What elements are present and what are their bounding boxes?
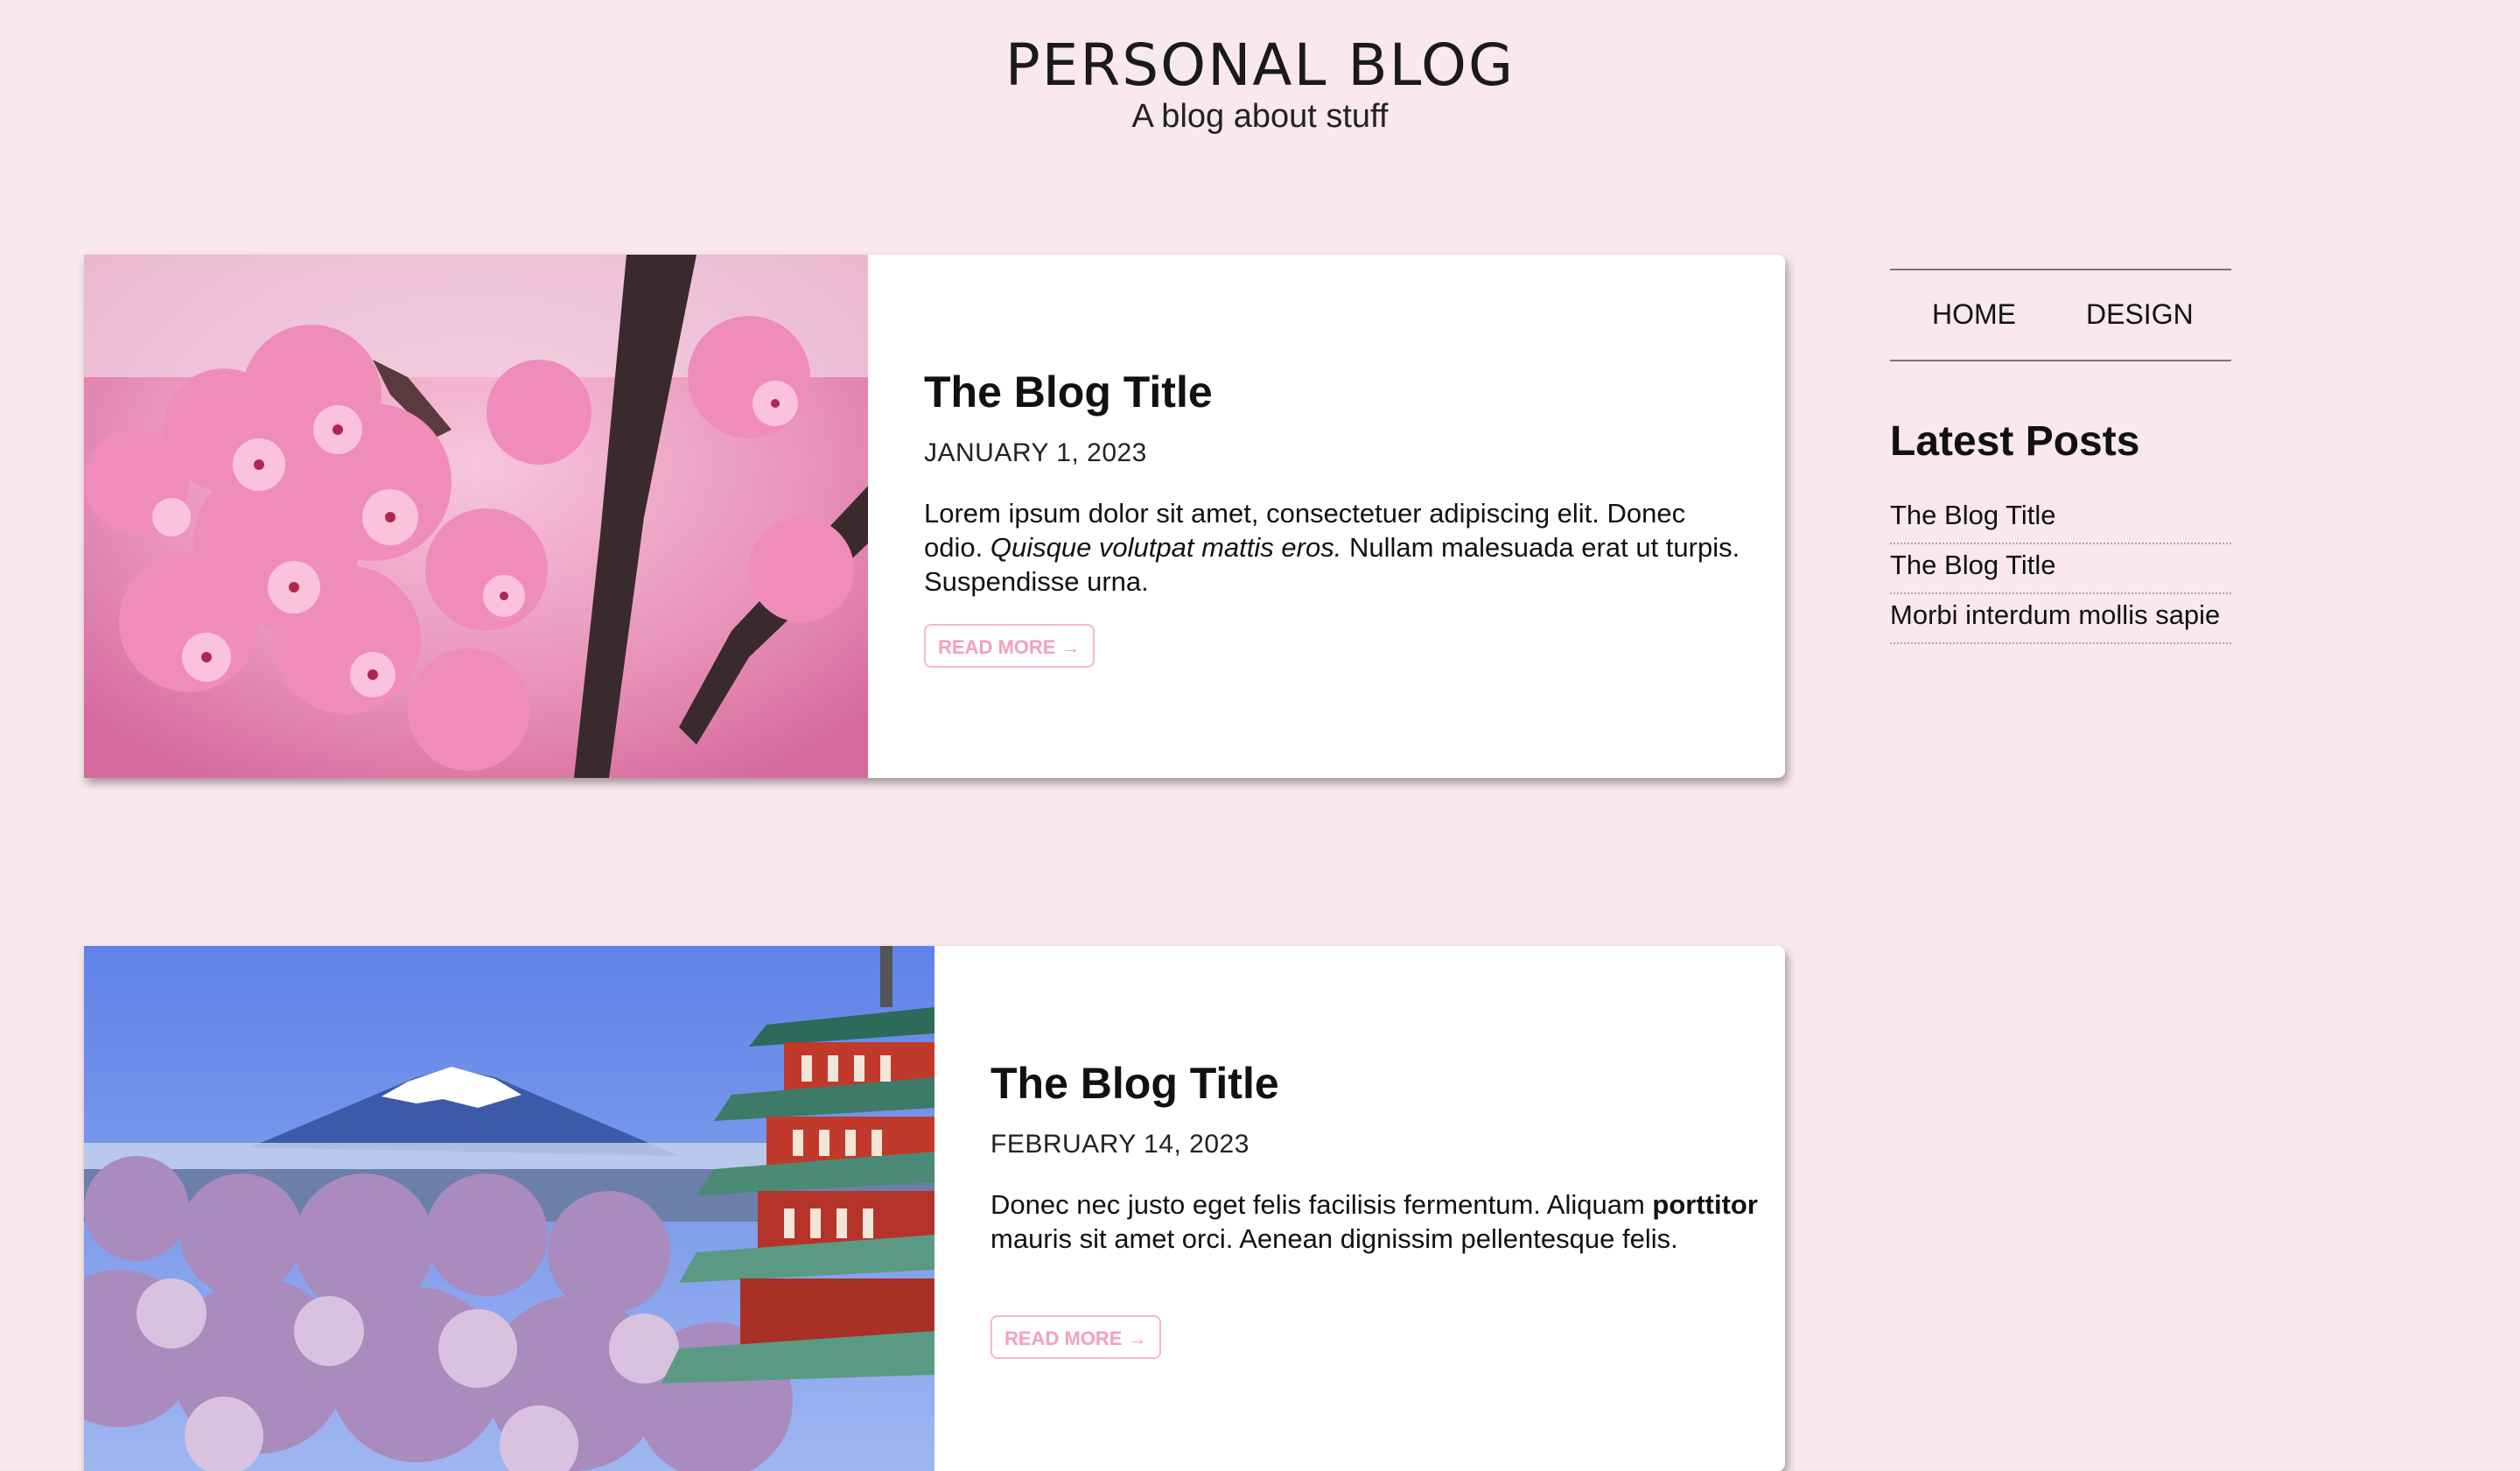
excerpt-strong: porttitor (1652, 1189, 1758, 1220)
mount-fuji-image (84, 946, 934, 1471)
latest-post-link[interactable]: The Blog Title (1890, 546, 2231, 594)
latest-post-link[interactable]: Morbi interdum mollis sapie (1890, 596, 2231, 644)
post-title[interactable]: The Blog Title (924, 367, 1213, 417)
latest-posts-heading: Latest Posts (1890, 418, 2140, 465)
blog-post-card: The Blog Title FEBRUARY 14, 2023 Donec n… (84, 946, 1785, 1471)
post-date: FEBRUARY 14, 2023 (990, 1130, 1250, 1159)
post-body: The Blog Title JANUARY 1, 2023 Lorem ips… (924, 255, 1785, 778)
nav-link-design[interactable]: DESIGN (2086, 298, 2194, 331)
latest-post-link[interactable]: The Blog Title (1890, 496, 2231, 544)
cherry-blossom-photo (84, 255, 868, 778)
excerpt-text: mauris sit amet orci. Aenean dignissim p… (990, 1223, 1678, 1254)
read-more-button[interactable]: READ MORE → (990, 1315, 1161, 1359)
site-subtitle: A blog about stuff (1131, 98, 1389, 135)
post-excerpt: Donec nec justo eget felis facilisis fer… (990, 1187, 1785, 1256)
post-body: The Blog Title FEBRUARY 14, 2023 Donec n… (990, 946, 1785, 1471)
cherry-blossom-image (84, 255, 868, 778)
latest-posts-list: The Blog Title The Blog Title Morbi inte… (1890, 496, 2231, 646)
excerpt-emphasis: Quisque volutpat mattis eros. (990, 532, 1342, 563)
mount-fuji-pagoda-photo (84, 946, 934, 1471)
read-more-button[interactable]: READ MORE → (924, 624, 1095, 668)
blog-post-card: The Blog Title JANUARY 1, 2023 Lorem ips… (84, 255, 1785, 778)
excerpt-text: Donec nec justo eget felis facilisis fer… (990, 1189, 1653, 1220)
post-title[interactable]: The Blog Title (990, 1058, 1279, 1109)
site-title: PERSONAL BLOG (1004, 32, 1516, 99)
nav-link-home[interactable]: HOME (1932, 298, 2016, 331)
post-excerpt: Lorem ipsum dolor sit amet, consectetuer… (924, 496, 1746, 599)
post-date: JANUARY 1, 2023 (924, 438, 1147, 467)
sidebar-nav: HOME DESIGN (1890, 269, 2231, 361)
